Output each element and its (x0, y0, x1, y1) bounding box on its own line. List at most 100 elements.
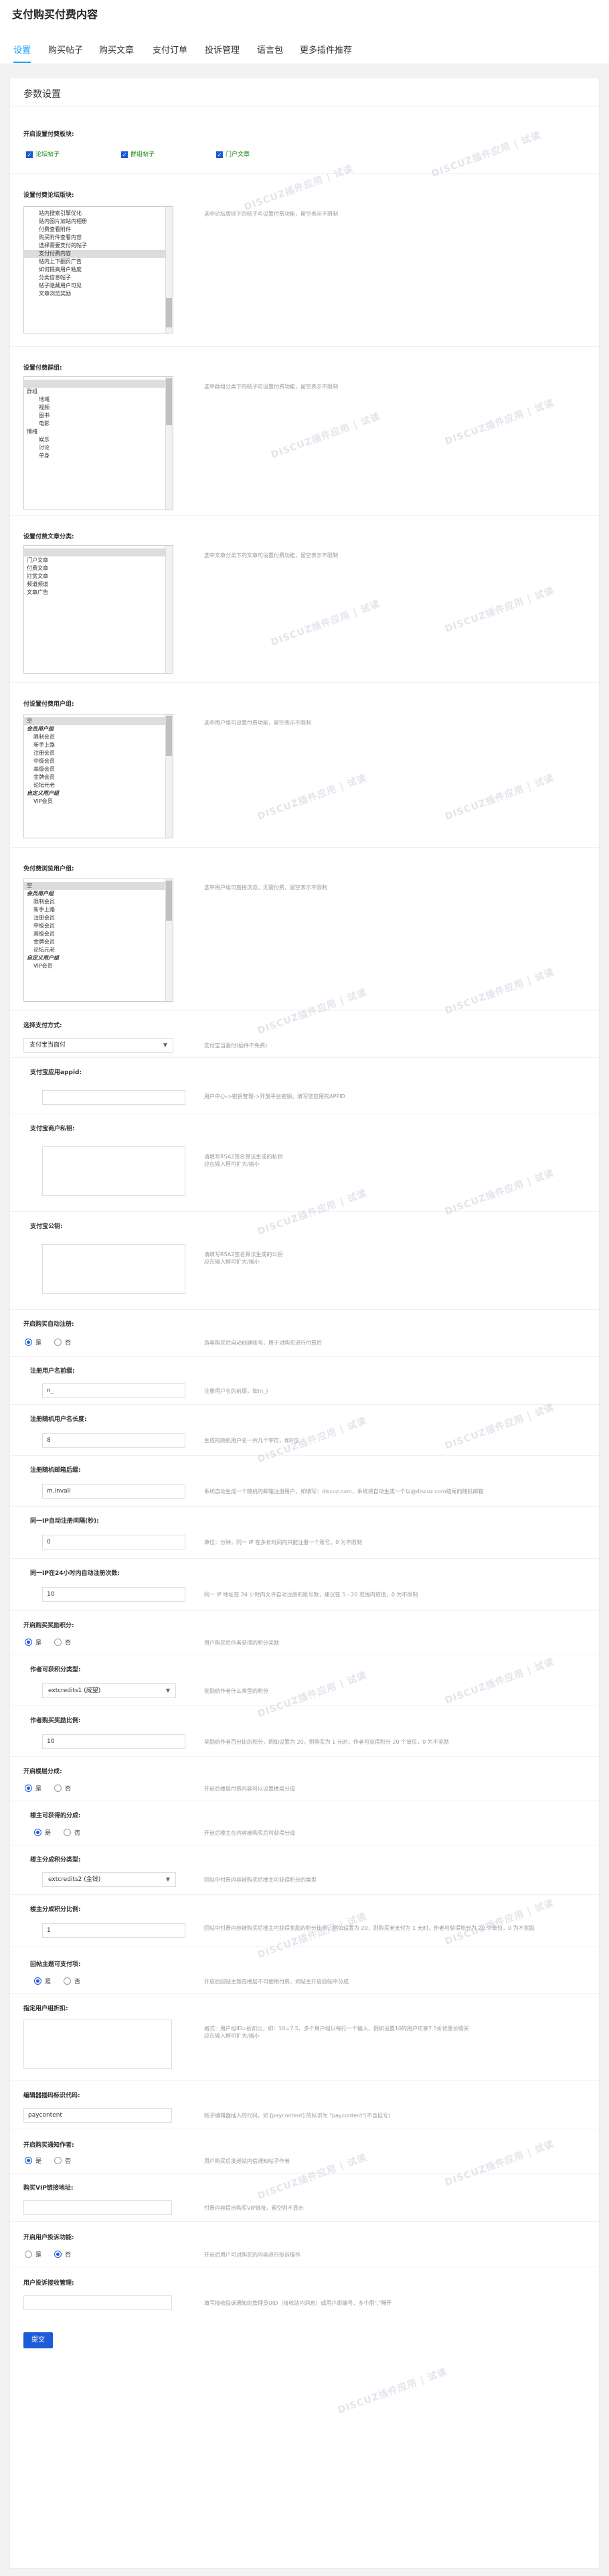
hint-alipay-private-key: 请填写RSA2签名算法生成的私钥 应在输入框可扩大/缩小 (204, 1154, 283, 1167)
row-email-suffix: 注册随机邮箱后缀: 系统自动生成一个随机的邮箱注册用户，如填写：discuz.c… (10, 1455, 599, 1506)
purchase-reward-yes-radio[interactable]: 是 (25, 1638, 41, 1647)
label-usergroup-discount: 指定用户组折扣: (23, 2005, 68, 2012)
groups-select[interactable]: 群组 地域 视频 图书 电影 情绪 娱乐 讨论 单身 (23, 376, 173, 510)
label-username-prefix: 注册用户名前缀: (30, 1368, 75, 1375)
label-paid-sections: 开启设置付费板块: (23, 131, 74, 138)
tab-payment-orders[interactable]: 支付订单 (153, 43, 187, 62)
label-owner-credit-type: 楼主分成积分类型: (30, 1857, 81, 1864)
hint-register-interval: 单位：分钟，同一 IP 在多长时间内只能注册一个账号，0 为不限制 (204, 1539, 362, 1545)
hint-alipay-appid: 用户中心->密钥管理->开放平台密钥，填写您应用的APPID (204, 1093, 345, 1100)
scrollbar[interactable] (165, 879, 173, 1001)
row-alipay-public-key: 支付宝公钥: 请填写RSA2签名算法生成的公钥 应在输入框可扩大/缩小 (10, 1211, 599, 1309)
hint-alipay-public-key: 请填写RSA2签名算法生成的公钥 应在输入框可扩大/缩小 (204, 1252, 283, 1265)
hint-owner-credit-type: 回帖中付费内容被购买后楼主可获得积分的类型 (204, 1877, 317, 1883)
submit-button[interactable]: 提交 (23, 2332, 53, 2348)
label-article-categories: 设置付费文章分类: (23, 534, 74, 540)
alipay-private-key-textarea[interactable] (42, 1146, 185, 1196)
hint-email-suffix: 系统自动生成一个随机的邮箱注册用户，如填写：discuz.com，系统将自动生成… (204, 1489, 484, 1495)
vip-link-input[interactable] (23, 2200, 172, 2215)
hint-register-limit: 同一 IP 地址在 24 小时内允许自动注册的账号数，建议在 5 - 20 范围… (204, 1592, 418, 1598)
notify-author-yes-radio[interactable]: 是 (25, 2156, 41, 2165)
hint-purchase-reward: 用户购买后作者获得的积分奖励 (204, 1640, 279, 1646)
author-credit-type-select[interactable]: extcredits1 (威望) ▼ (42, 1683, 176, 1698)
row-complaint-enable: 开启用户投诉功能: 开启后用户可对购买的内容进行投诉操作 是 否 (10, 2221, 599, 2267)
alipay-public-key-textarea[interactable] (42, 1244, 185, 1294)
complaint-yes-radio[interactable]: 是 (25, 2250, 41, 2259)
paid-usergroups-select[interactable]: 空会员用户组 限制会员 新手上路 注册会员 中级会员 高级会员 金牌会员 论坛元老 自定义用户组… (23, 714, 173, 838)
tab-complaints[interactable]: 投诉管理 (205, 43, 240, 62)
checkbox-group-posts[interactable]: ✓ 群组帖子 (121, 149, 155, 158)
editor-code-input[interactable]: paycontent (23, 2108, 172, 2123)
auto-register-no-radio[interactable]: 否 (54, 1338, 71, 1347)
notify-author-no-radio[interactable]: 否 (54, 2156, 71, 2165)
label-editor-code: 编辑器插码标识代码: (23, 2093, 80, 2099)
hint-reply-payable: 开启后回帖主题在楼层不可使用付费，如帖主开启回帖中分成 (204, 1979, 349, 1985)
label-notify-author: 开启购买通知作者: (23, 2142, 74, 2149)
owner-credit-type-select[interactable]: extcredits2 (金钱) ▼ (42, 1872, 176, 1887)
hint-owner-credit-ratio: 回帖中付费内容被购买后楼主可获得奖励的积分比例，例如设置为 20，则购买者支付为… (204, 1925, 535, 1931)
tab-purchase-posts[interactable]: 购买帖子 (48, 43, 83, 62)
forum-boards-select[interactable]: 站内搜索引擎优化 贴内图片加站内相册 付费查看附件 购买附件查看内容 选择需要支付的帖子… (23, 206, 173, 333)
purchase-reward-no-radio[interactable]: 否 (54, 1638, 71, 1647)
row-usergroup-discount: 指定用户组折扣: 格式：用户组ID=折扣比，如：10=7.5，多个用户组以每行一… (10, 1993, 599, 2080)
hint-author-credit-type: 奖励给作者什么类型的积分 (204, 1688, 268, 1694)
reply-payable-yes-radio[interactable]: 是 (34, 1977, 51, 1985)
owner-credit-ratio-input[interactable]: 1 (42, 1923, 185, 1938)
label-email-suffix: 注册随机邮箱后缀: (30, 1467, 81, 1474)
checkbox-portal-articles[interactable]: ✓ 门户文章 (216, 149, 250, 158)
hint-editor-code: 帖子编辑器插入的代码，如 [paycontent] 的标识为 "payconte… (204, 2113, 391, 2119)
hint-floor-share: 开启后楼层付费内容可以设置楼层分成 (204, 1786, 295, 1792)
tab-bar: 设置 购买帖子 购买文章 支付订单 投诉管理 语言包 更多插件推荐 (0, 39, 609, 64)
label-paid-usergroups: 付设置付费用户组: (23, 701, 74, 708)
auto-register-yes-radio[interactable]: 是 (25, 1338, 41, 1347)
hint-author-reward-ratio: 奖励给作者百分比的积分，例如设置为 20，则购买为 1 元时，作者可获得积分 2… (204, 1739, 449, 1745)
page-title: 支付购买付费内容 (12, 8, 98, 21)
tab-more-plugins[interactable]: 更多插件推荐 (300, 43, 352, 62)
hint-username-length: 生成的随机用户名一共几个字符，如8位 (204, 1438, 299, 1444)
hint-complaint-receiver: 填写接收投诉通知的管理员UID（接收站内消息）或用户组编号，多个用","隔开 (204, 2300, 392, 2306)
owner-share-yes-radio[interactable]: 是 (34, 1828, 51, 1837)
username-length-input[interactable]: 8 (42, 1433, 185, 1448)
row-paid-usergroups: 付设置付费用户组: 选中用户组可设置付费功能，留空表示不限制 空会员用户组 限制会… (10, 682, 599, 847)
complaint-receiver-input[interactable] (23, 2295, 172, 2310)
floor-share-no-radio[interactable]: 否 (54, 1784, 71, 1793)
usergroup-discount-textarea[interactable] (23, 2020, 172, 2069)
author-reward-ratio-input[interactable]: 10 (42, 1734, 185, 1749)
tab-language-pack[interactable]: 语言包 (257, 43, 283, 62)
username-prefix-input[interactable]: n_ (42, 1383, 185, 1398)
label-author-reward-ratio: 作者购买奖励比例: (30, 1718, 81, 1724)
tab-settings[interactable]: 设置 (13, 43, 31, 63)
label-payment-method: 选择支付方式: (23, 1022, 62, 1029)
label-auto-register: 开启购买自动注册: (23, 1321, 74, 1328)
alipay-appid-input[interactable] (42, 1090, 185, 1105)
register-limit-input[interactable]: 10 (42, 1587, 185, 1602)
label-reply-payable: 回帖主题可支付项: (30, 1961, 81, 1968)
row-groups: 设置付费群组: 选中群组分类下的帖子可设置付费功能，留空表示不限制 群组 地域 视频… (10, 346, 599, 515)
hint-auto-register: 游客购买后自动创建账号，用于对购买进行付费后 (204, 1340, 322, 1346)
label-author-credit-type: 作者可获积分类型: (30, 1667, 81, 1673)
free-usergroups-select[interactable]: 空会员用户组 限制会员 新手上路 注册会员 中级会员 高级会员 金牌会员 论坛元老 自定义用户组… (23, 879, 173, 1002)
card-title: 参数设置 (23, 89, 61, 100)
label-vip-link: 购买VIP链接地址: (23, 2185, 74, 2192)
label-alipay-appid: 支付宝应用appid: (30, 1069, 82, 1076)
scrollbar[interactable] (165, 377, 173, 510)
scrollbar[interactable] (165, 546, 173, 673)
row-alipay-appid: 支付宝应用appid: 用户中心->密钥管理->开放平台密钥，填写您应用的APP… (10, 1057, 599, 1114)
tab-purchase-articles[interactable]: 购买文章 (99, 43, 134, 62)
scrollbar[interactable] (165, 714, 173, 838)
row-owner-share: 楼主可获得的分成: 开启后楼主在内容被购买后可获得分成 是 否 (10, 1801, 599, 1845)
row-forum-boards: 设置付费论坛版块: 选中论坛版块下的帖子可设置付费功能，留空表示不限制 站内搜索… (10, 173, 599, 346)
reply-payable-no-radio[interactable]: 否 (64, 1977, 80, 1985)
floor-share-yes-radio[interactable]: 是 (25, 1784, 41, 1793)
scrollbar[interactable] (165, 207, 173, 333)
complaint-no-radio[interactable]: 否 (54, 2250, 71, 2259)
register-interval-input[interactable]: 0 (42, 1535, 185, 1549)
email-suffix-input[interactable]: m.invali (42, 1484, 185, 1499)
article-categories-select[interactable]: 门户文章 付费文章 打赏文章 频道频道 文章广告 (23, 545, 173, 674)
payment-method-select[interactable]: 支付宝当面付 ▼ (23, 1038, 173, 1053)
label-forum-boards: 设置付费论坛版块: (23, 192, 74, 199)
hint-owner-share: 开启后楼主在内容被购买后可获得分成 (204, 1830, 295, 1836)
row-register-limit: 同一IP在24小时内自动注册次数: 同一 IP 地址在 24 小时内允许自动注册… (10, 1558, 599, 1610)
owner-share-no-radio[interactable]: 否 (64, 1828, 80, 1837)
checkbox-forum-posts[interactable]: ✓ 论坛帖子 (26, 149, 60, 158)
